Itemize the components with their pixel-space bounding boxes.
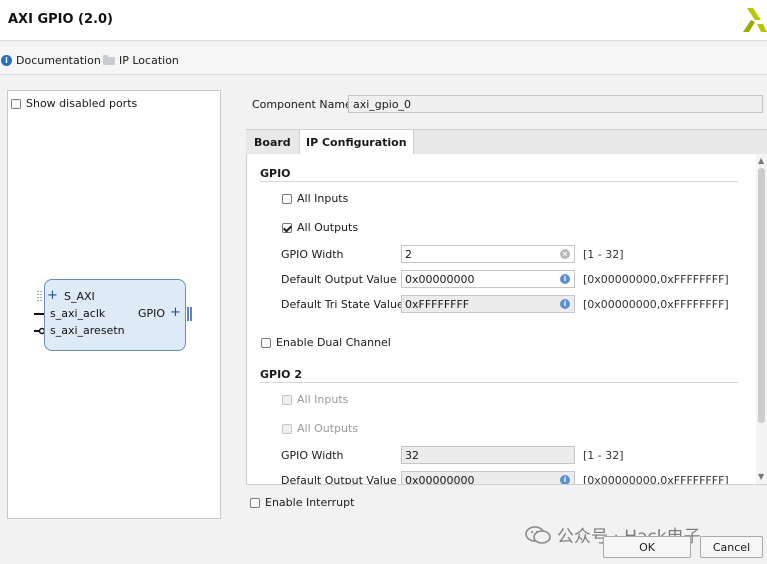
scroll-up-icon[interactable]: ▲ — [758, 156, 764, 165]
gpio2-default-output-value: 0x00000000 — [405, 474, 475, 485]
gpio2-width-range: [1 - 32] — [583, 449, 624, 462]
tristate-range: [0x00000000,0xFFFFFFFF] — [583, 298, 729, 311]
enable-interrupt-label: Enable Interrupt — [265, 496, 355, 509]
gpio2-all-inputs-label: All Inputs — [297, 393, 349, 406]
gpio2-divider — [260, 382, 738, 383]
info-icon[interactable]: i — [560, 475, 570, 484]
gpio-all-inputs-label: All Inputs — [297, 192, 349, 205]
show-disabled-ports-label: Show disabled ports — [26, 97, 138, 110]
gpio2-all-inputs-checkbox[interactable]: All Inputs — [282, 393, 348, 406]
tristate-value: 0xFFFFFFFF — [405, 298, 470, 311]
port-gpio: GPIO — [138, 307, 166, 320]
gpio-all-outputs-checkbox[interactable]: All Outputs — [282, 221, 358, 234]
scroll-down-icon[interactable]: ▼ — [758, 472, 764, 481]
wechat-icon — [525, 525, 551, 544]
enable-interrupt-checkbox[interactable]: Enable Interrupt — [250, 496, 354, 509]
title-bar: AXI GPIO (2.0) — [0, 0, 767, 41]
gpio-width-input[interactable]: 2 × — [401, 245, 575, 263]
default-output-range: [0x00000000,0xFFFFFFFF] — [583, 273, 729, 286]
port-s-axi-aresetn: s_axi_aresetn — [50, 324, 125, 337]
gpio-width-range: [1 - 32] — [583, 248, 624, 261]
default-output-label: Default Output Value — [281, 273, 397, 286]
gpio2-section-title: GPIO 2 — [260, 368, 303, 381]
tab-ip-configuration[interactable]: IP Configuration — [299, 130, 414, 156]
gpio-width-label: GPIO Width — [281, 248, 344, 261]
gpio-width-value: 2 — [405, 248, 412, 261]
info-icon[interactable]: i — [560, 299, 570, 309]
component-name-input[interactable]: axi_gpio_0 — [348, 95, 763, 113]
port-s-axi-aclk: s_axi_aclk — [50, 307, 106, 320]
tab-board[interactable]: Board — [248, 130, 297, 155]
info-icon[interactable]: i — [560, 274, 570, 284]
documentation-link[interactable]: i Documentation — [1, 54, 101, 67]
checkbox-box[interactable] — [282, 394, 292, 405]
gpio-all-inputs-checkbox[interactable]: All Inputs — [282, 192, 348, 205]
default-output-value: 0x00000000 — [405, 273, 475, 286]
content-scrollbar[interactable]: ▲ ▼ — [756, 154, 767, 484]
info-icon: i — [1, 55, 12, 66]
gpio-section-title: GPIO — [260, 167, 291, 180]
port-s-axi: S_AXI — [64, 290, 95, 303]
axi-gpio-block[interactable]: + S_AXI s_axi_aclk s_axi_aresetn GPIO + — [44, 279, 186, 351]
gpio2-default-output-label: Default Output Value — [281, 474, 397, 485]
enable-dual-channel-label: Enable Dual Channel — [276, 336, 391, 349]
checkbox-box[interactable] — [282, 222, 292, 233]
xilinx-logo-icon — [743, 8, 767, 32]
gpio2-all-outputs-label: All Outputs — [297, 422, 359, 435]
s-axi-plus-icon[interactable]: + — [47, 288, 58, 303]
ip-location-link[interactable]: IP Location — [103, 54, 179, 67]
ip-configuration-panel: GPIO All Inputs All Outputs GPIO Width 2… — [246, 154, 767, 485]
default-output-input[interactable]: 0x00000000 i — [401, 270, 575, 288]
gpio-plus-icon[interactable]: + — [170, 305, 181, 320]
gpio-all-outputs-label: All Outputs — [297, 221, 359, 234]
gpio2-default-output-input[interactable]: 0x00000000 i — [401, 471, 575, 485]
enable-dual-channel-checkbox[interactable]: Enable Dual Channel — [261, 336, 391, 349]
scrollbar-thumb[interactable] — [758, 168, 765, 423]
gpio-divider — [260, 181, 738, 182]
ip-location-label: IP Location — [119, 54, 179, 67]
gpio2-width-label: GPIO Width — [281, 449, 344, 462]
gpio2-default-output-range: [0x00000000,0xFFFFFFFF] — [583, 474, 729, 485]
gpio2-width-input[interactable]: 32 — [401, 446, 575, 464]
gpio2-width-value: 32 — [405, 449, 419, 462]
cancel-button[interactable]: Cancel — [700, 536, 763, 558]
checkbox-box[interactable] — [11, 98, 21, 109]
toolbar: i Documentation IP Location — [0, 46, 767, 75]
checkbox-box[interactable] — [261, 337, 271, 348]
folder-icon — [103, 54, 115, 65]
tristate-label: Default Tri State Value — [281, 298, 404, 311]
tab-bar: Board IP Configuration — [246, 129, 767, 156]
window-title: AXI GPIO (2.0) — [8, 12, 113, 27]
checkbox-box[interactable] — [282, 193, 292, 204]
checkbox-box[interactable] — [282, 423, 292, 434]
checkbox-box[interactable] — [250, 497, 260, 508]
clear-icon[interactable]: × — [560, 249, 570, 259]
documentation-label: Documentation — [16, 54, 101, 67]
component-name-label: Component Name — [252, 98, 352, 111]
tristate-input[interactable]: 0xFFFFFFFF i — [401, 295, 575, 313]
gpio2-all-outputs-checkbox[interactable]: All Outputs — [282, 422, 358, 435]
ok-button[interactable]: OK — [603, 536, 691, 558]
show-disabled-ports-checkbox[interactable]: Show disabled ports — [11, 97, 137, 110]
